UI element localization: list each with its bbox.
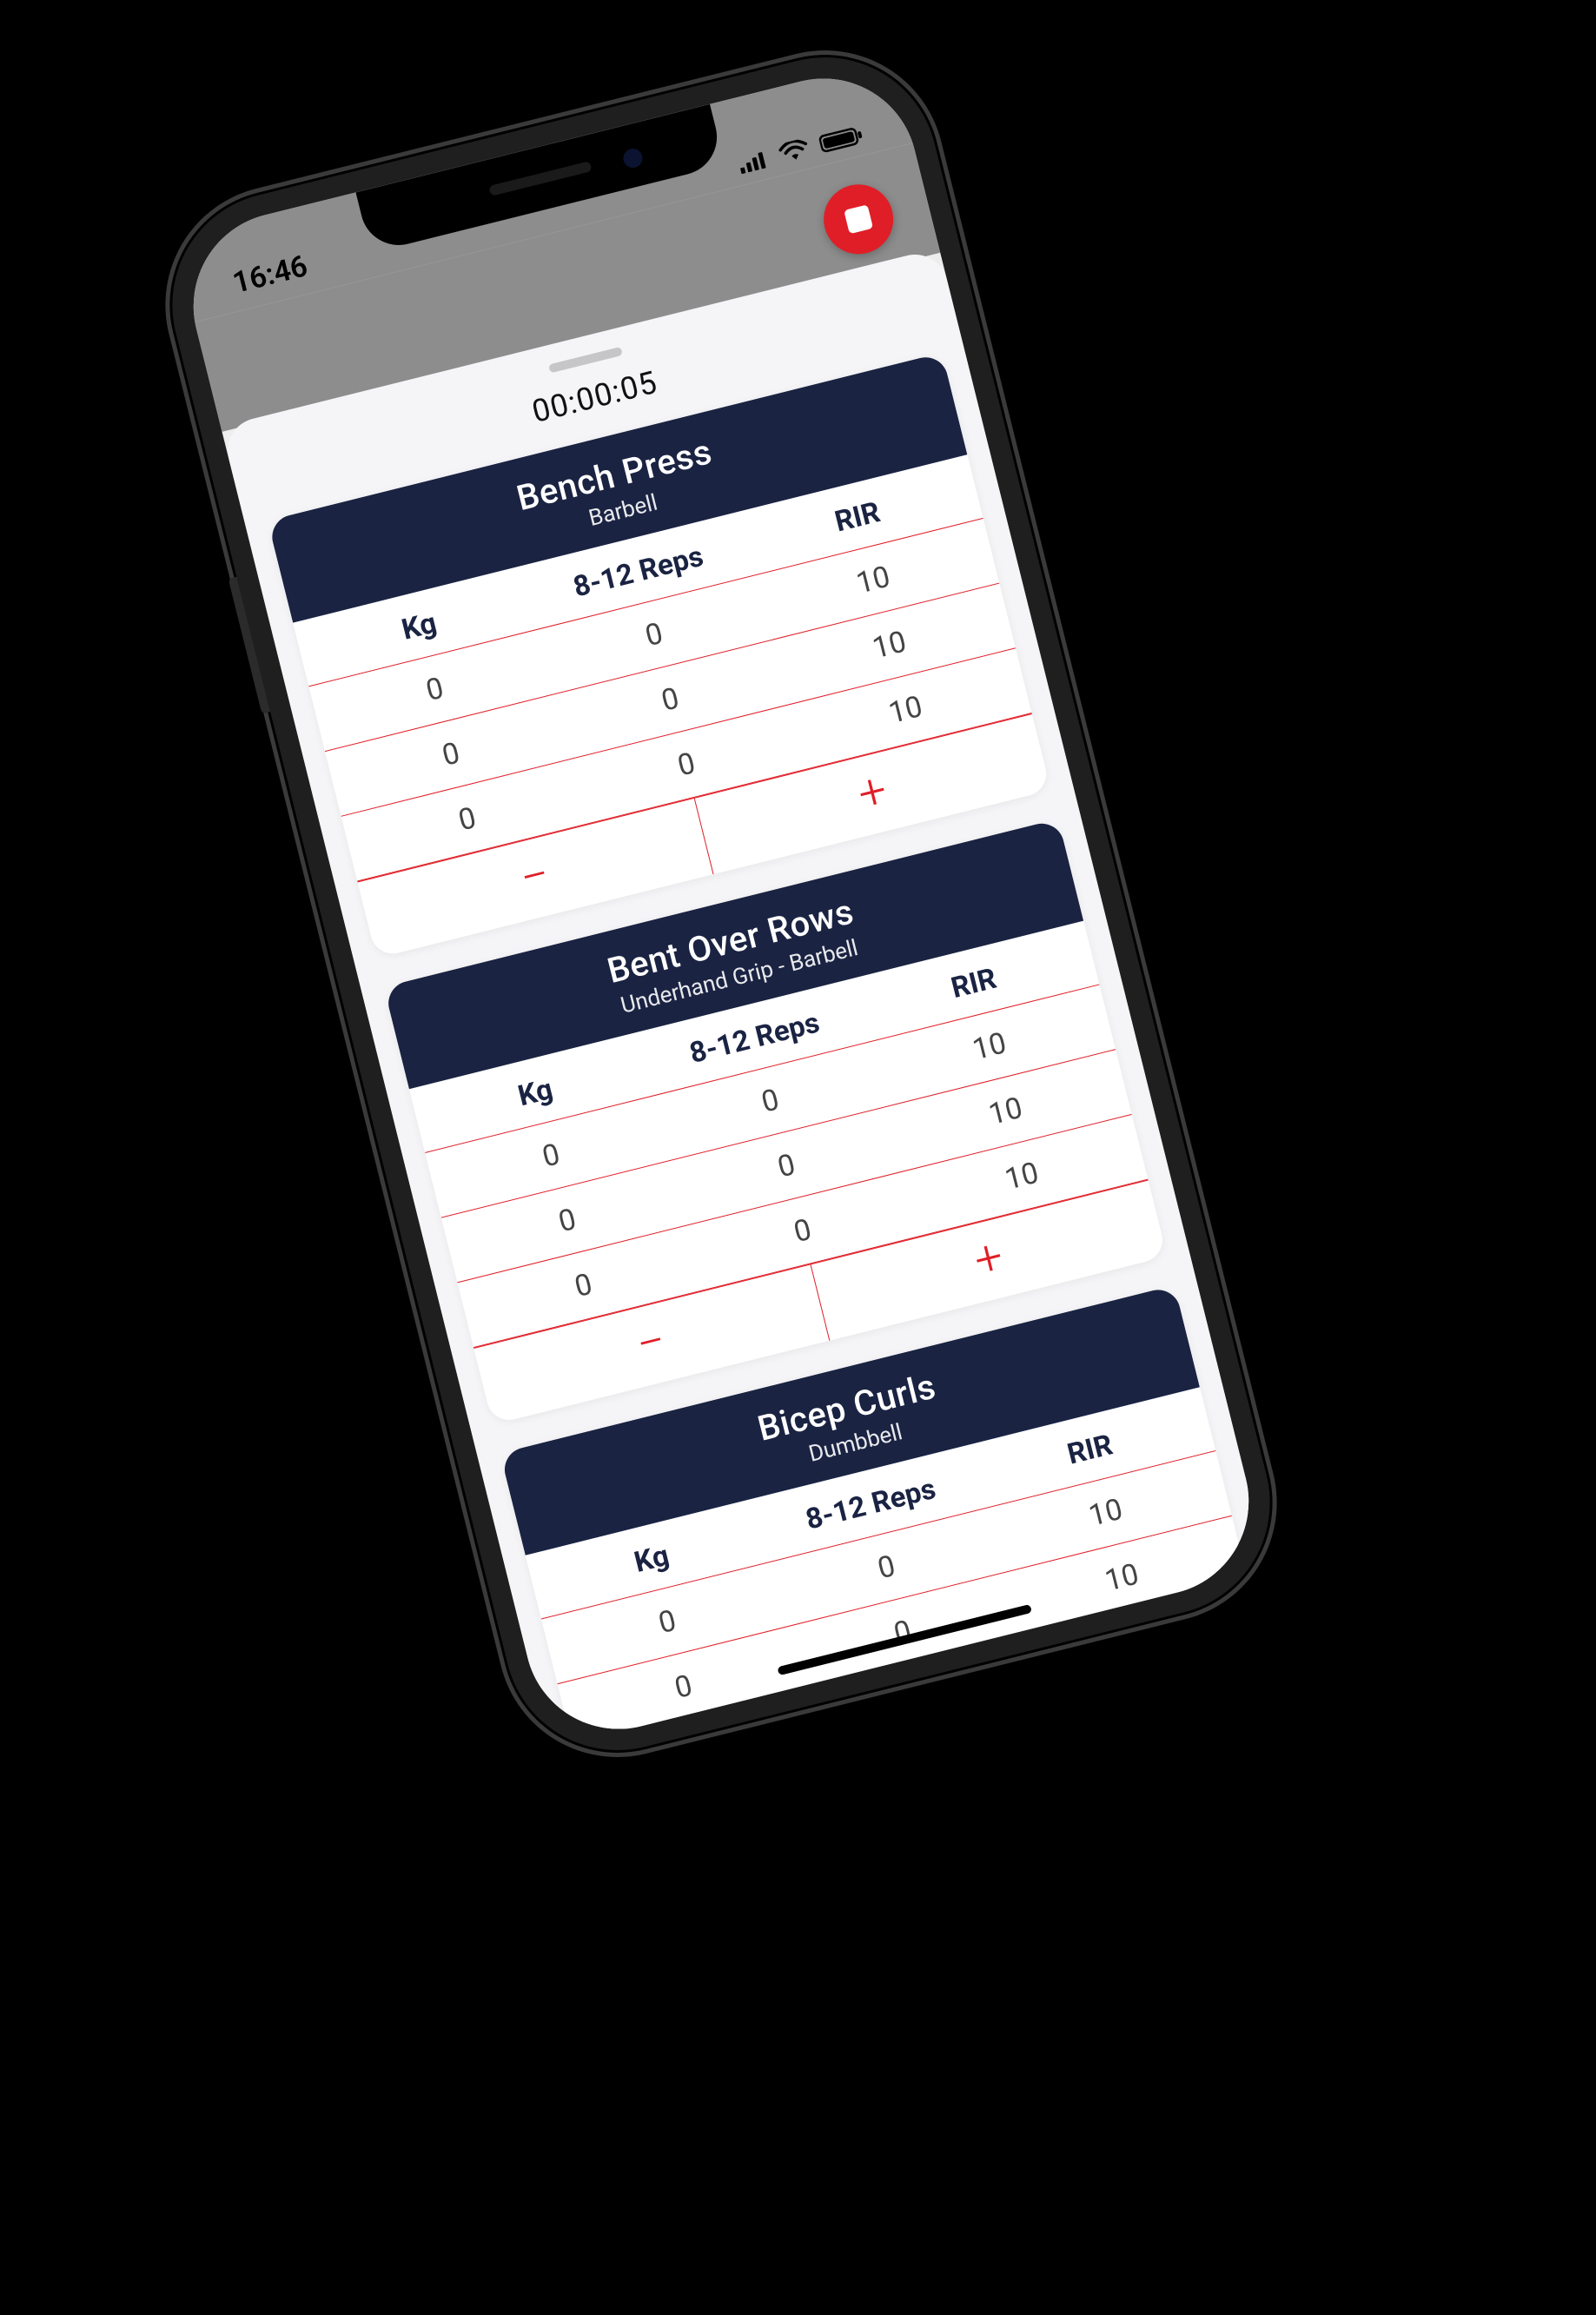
wifi-icon [778,137,811,165]
phone-frame: 16:46 [149,33,1294,1774]
speaker-grille [488,161,592,196]
add-set-button[interactable]: + [927,1647,1268,1748]
remove-set-button[interactable]: − [590,1731,946,1749]
stop-button[interactable] [817,177,901,262]
screen: 16:46 [174,59,1268,1749]
sheet-grabber[interactable] [548,347,623,374]
cellular-icon [737,149,770,175]
battery-icon [818,124,864,155]
stop-icon [844,204,873,234]
status-time: 16:46 [229,249,311,301]
front-camera [621,147,645,170]
workout-sheet: 00:00:05 Bench PressBarbellKg8-12 RepsRI… [221,248,1268,1749]
